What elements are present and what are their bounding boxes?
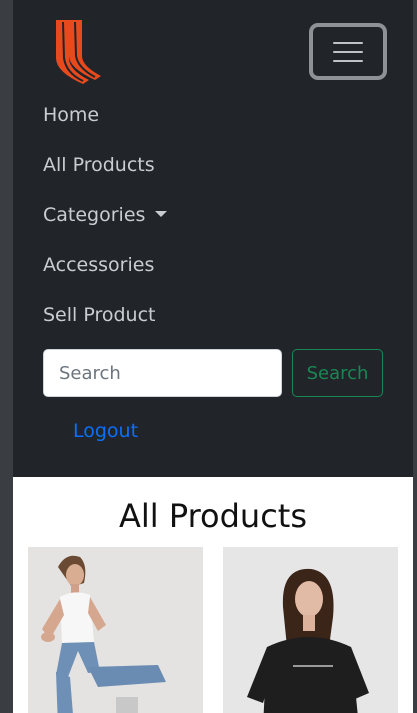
nav-link-sell-product[interactable]: Sell Product: [43, 290, 167, 340]
nav-link-accessories[interactable]: Accessories: [43, 240, 167, 290]
nav-link-categories[interactable]: Categories: [43, 190, 168, 240]
hamburger-icon: [333, 41, 363, 44]
main-content: All Products: [13, 477, 413, 713]
navbar-toggle-button[interactable]: [309, 23, 387, 80]
chevron-down-icon: [155, 210, 168, 217]
logout-link[interactable]: Logout: [73, 420, 138, 442]
navbar: Home All Products Categories Accessories…: [13, 0, 413, 477]
categories-label: Categories: [43, 204, 146, 226]
model-white-top-jeans-photo: [28, 547, 203, 713]
page-title: All Products: [118, 497, 307, 535]
search-button[interactable]: Search: [292, 349, 383, 397]
brand-logo-icon[interactable]: [53, 18, 105, 84]
window-right-edge: [413, 0, 417, 713]
model-black-tshirt-photo: [223, 547, 398, 713]
window-left-edge: [0, 0, 13, 713]
nav-links: Home All Products Categories Accessories…: [43, 90, 168, 340]
product-card[interactable]: [223, 547, 398, 713]
nav-link-all-products[interactable]: All Products: [43, 140, 167, 190]
nav-link-home[interactable]: Home: [43, 90, 167, 140]
search-input[interactable]: [43, 349, 282, 397]
product-card[interactable]: [28, 547, 203, 713]
